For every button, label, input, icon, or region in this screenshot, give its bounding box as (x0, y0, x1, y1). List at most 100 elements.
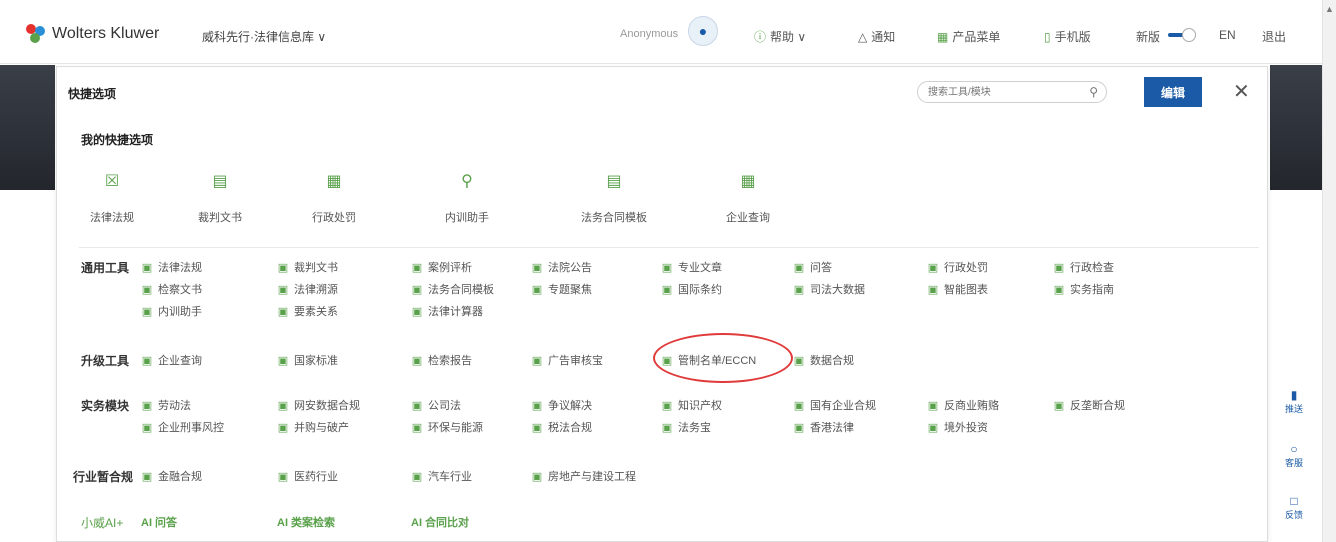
tool-link[interactable]: ▣ 法务宝 (661, 419, 711, 435)
tool-link[interactable]: AI 类案检索 (277, 514, 335, 530)
wolters-kluwer-logo[interactable]: Wolters Kluwer (26, 24, 159, 44)
tool-label: AI 类案检索 (277, 517, 336, 529)
tool-link[interactable]: ▣ 法院公告 (531, 259, 592, 275)
quick-option-0[interactable]: ☒ 法律法规 (57, 171, 167, 225)
tool-link[interactable]: ▣ 法律计算器 (411, 303, 483, 319)
tool-link[interactable]: ▣ 法律法规 (141, 259, 202, 275)
logout-link[interactable]: 退出 (1262, 28, 1286, 45)
tool-link[interactable]: ▣ 医药行业 (277, 468, 338, 484)
quick-option-2[interactable]: ▦ 行政处罚 (279, 171, 389, 225)
edit-button[interactable]: 编辑 (1144, 77, 1202, 107)
tool-link[interactable]: ▣ 内训助手 (141, 303, 202, 319)
bell-icon: △ (858, 29, 868, 44)
tool-link[interactable]: ▣ 要素关系 (277, 303, 338, 319)
tool-icon: ▣ (141, 305, 153, 318)
nav-mobile[interactable]: ▯ 手机版 (1044, 28, 1091, 45)
scroll-up-arrow-icon[interactable]: ▲ (1325, 4, 1334, 14)
tool-link[interactable]: ▣ 企业刑事风控 (141, 419, 224, 435)
product-selector[interactable]: 威科先行·法律信息库 ∨ (202, 28, 326, 45)
tool-link[interactable]: ▣ 劳动法 (141, 397, 191, 413)
tool-label: 企业刑事风控 (158, 422, 224, 434)
tool-link[interactable]: ▣ 知识产权 (661, 397, 722, 413)
tool-link[interactable]: ▣ 网安数据合规 (277, 397, 360, 413)
tool-icon: ▣ (661, 399, 673, 412)
tool-label: 案例评析 (428, 262, 472, 274)
tool-icon: ▣ (411, 261, 423, 274)
tool-link[interactable]: ▣ 专题聚焦 (531, 281, 592, 297)
quick-option-label: 裁判文书 (198, 212, 242, 224)
tool-link[interactable]: ▣ 广告审核宝 (531, 352, 603, 368)
law-icon: ☒ (104, 173, 120, 190)
tool-link[interactable]: AI 问答 (141, 514, 177, 530)
tool-link[interactable]: ▣ 国有企业合规 (793, 397, 876, 413)
quick-option-1[interactable]: ▤ 裁判文书 (165, 171, 275, 225)
tool-link[interactable]: ▣ 公司法 (411, 397, 461, 413)
tool-label: 知识产权 (678, 400, 722, 412)
tool-label: 香港法律 (810, 422, 854, 434)
tool-label: 房地产与建设工程 (548, 471, 636, 483)
quick-option-3[interactable]: ⚲ 内训助手 (412, 171, 522, 225)
tool-link[interactable]: ▣ 案例评析 (411, 259, 472, 275)
tool-label: 国有企业合规 (810, 400, 876, 412)
tool-link[interactable]: ▣ 裁判文书 (277, 259, 338, 275)
bookmark-icon: ▮ (1290, 388, 1298, 402)
tool-link[interactable]: AI 合同比对 (411, 514, 469, 530)
tool-link[interactable]: ▣ 争议解决 (531, 397, 592, 413)
tool-link[interactable]: ▣ 国家标准 (277, 352, 338, 368)
nav-product-menu[interactable]: ▦ 产品菜单 (937, 28, 1000, 45)
nav-help[interactable]: ⓘ 帮助 ∨ (754, 28, 806, 45)
tool-link[interactable]: ▣ 问答 (793, 259, 832, 275)
quick-option-5[interactable]: ▦ 企业查询 (693, 171, 803, 225)
page-scrollbar[interactable] (1322, 0, 1336, 542)
tool-search[interactable]: ⚲ (917, 81, 1107, 103)
user-avatar[interactable]: ● (688, 16, 718, 46)
panel-title: 快捷选项 (68, 87, 117, 101)
tool-link[interactable]: ▣ 行政检查 (1053, 259, 1114, 275)
tool-link[interactable]: ▣ 境外投资 (927, 419, 988, 435)
tool-link[interactable]: ▣ 司法大数据 (793, 281, 865, 297)
tool-link[interactable]: ▣ 法务合同模板 (411, 281, 494, 297)
tool-link[interactable]: ▣ 反垄断合规 (1053, 397, 1125, 413)
tool-label: 行政处罚 (944, 262, 988, 274)
search-icon[interactable]: ⚲ (1089, 85, 1098, 99)
tool-icon: ▣ (927, 261, 939, 274)
tool-link[interactable]: ▣ 环保与能源 (411, 419, 483, 435)
tool-label: 税法合规 (548, 422, 592, 434)
close-icon[interactable]: ✕ (1233, 79, 1250, 104)
tool-link[interactable]: ▣ 智能图表 (927, 281, 988, 297)
tool-label: 裁判文书 (294, 262, 338, 274)
tool-label: 企业查询 (158, 355, 202, 367)
tool-label: 实务指南 (1070, 284, 1114, 296)
tool-link[interactable]: ▣ 汽车行业 (411, 468, 472, 484)
toggle-knob (1182, 28, 1196, 42)
language-switch[interactable]: EN (1219, 28, 1236, 42)
new-version-toggle[interactable] (1168, 28, 1196, 42)
tool-link[interactable]: ▣ 专业文章 (661, 259, 722, 275)
float-feedback[interactable]: □ 反馈 (1272, 494, 1316, 521)
top-navigation-bar: Wolters Kluwer 威科先行·法律信息库 ∨ Anonymous ● … (0, 0, 1322, 64)
tool-link[interactable]: ▣ 实务指南 (1053, 281, 1114, 297)
tool-link[interactable]: ▣ 企业查询 (141, 352, 202, 368)
tool-link[interactable]: ▣ 税法合规 (531, 419, 592, 435)
quick-option-4[interactable]: ▤ 法务合同模板 (559, 171, 669, 225)
tool-link[interactable]: ▣ 香港法律 (793, 419, 854, 435)
nav-notifications[interactable]: △ 通知 (858, 28, 895, 45)
float-push-label: 推送 (1284, 404, 1303, 414)
float-service[interactable]: ○ 客服 (1272, 442, 1316, 469)
tool-link[interactable]: ▣ 法律溯源 (277, 281, 338, 297)
tool-icon: ▣ (411, 421, 423, 434)
tool-search-input[interactable] (928, 82, 1078, 102)
tool-link[interactable]: ▣ 反商业贿赂 (927, 397, 999, 413)
tool-link[interactable]: ▣ 金融合规 (141, 468, 202, 484)
tool-icon: ▣ (531, 399, 543, 412)
tool-icon: ▣ (531, 470, 543, 483)
tool-link[interactable]: ▣ 数据合规 (793, 352, 854, 368)
tool-link[interactable]: ▣ 检察文书 (141, 281, 202, 297)
tool-link[interactable]: ▣ 国际条约 (661, 281, 722, 297)
tool-link[interactable]: ▣ 行政处罚 (927, 259, 988, 275)
float-push[interactable]: ▮ 推送 (1272, 388, 1316, 415)
tool-link[interactable]: ▣ 检索报告 (411, 352, 472, 368)
tool-icon: ▣ (531, 283, 543, 296)
tool-link[interactable]: ▣ 房地产与建设工程 (531, 468, 636, 484)
tool-link[interactable]: ▣ 并购与破产 (277, 419, 349, 435)
